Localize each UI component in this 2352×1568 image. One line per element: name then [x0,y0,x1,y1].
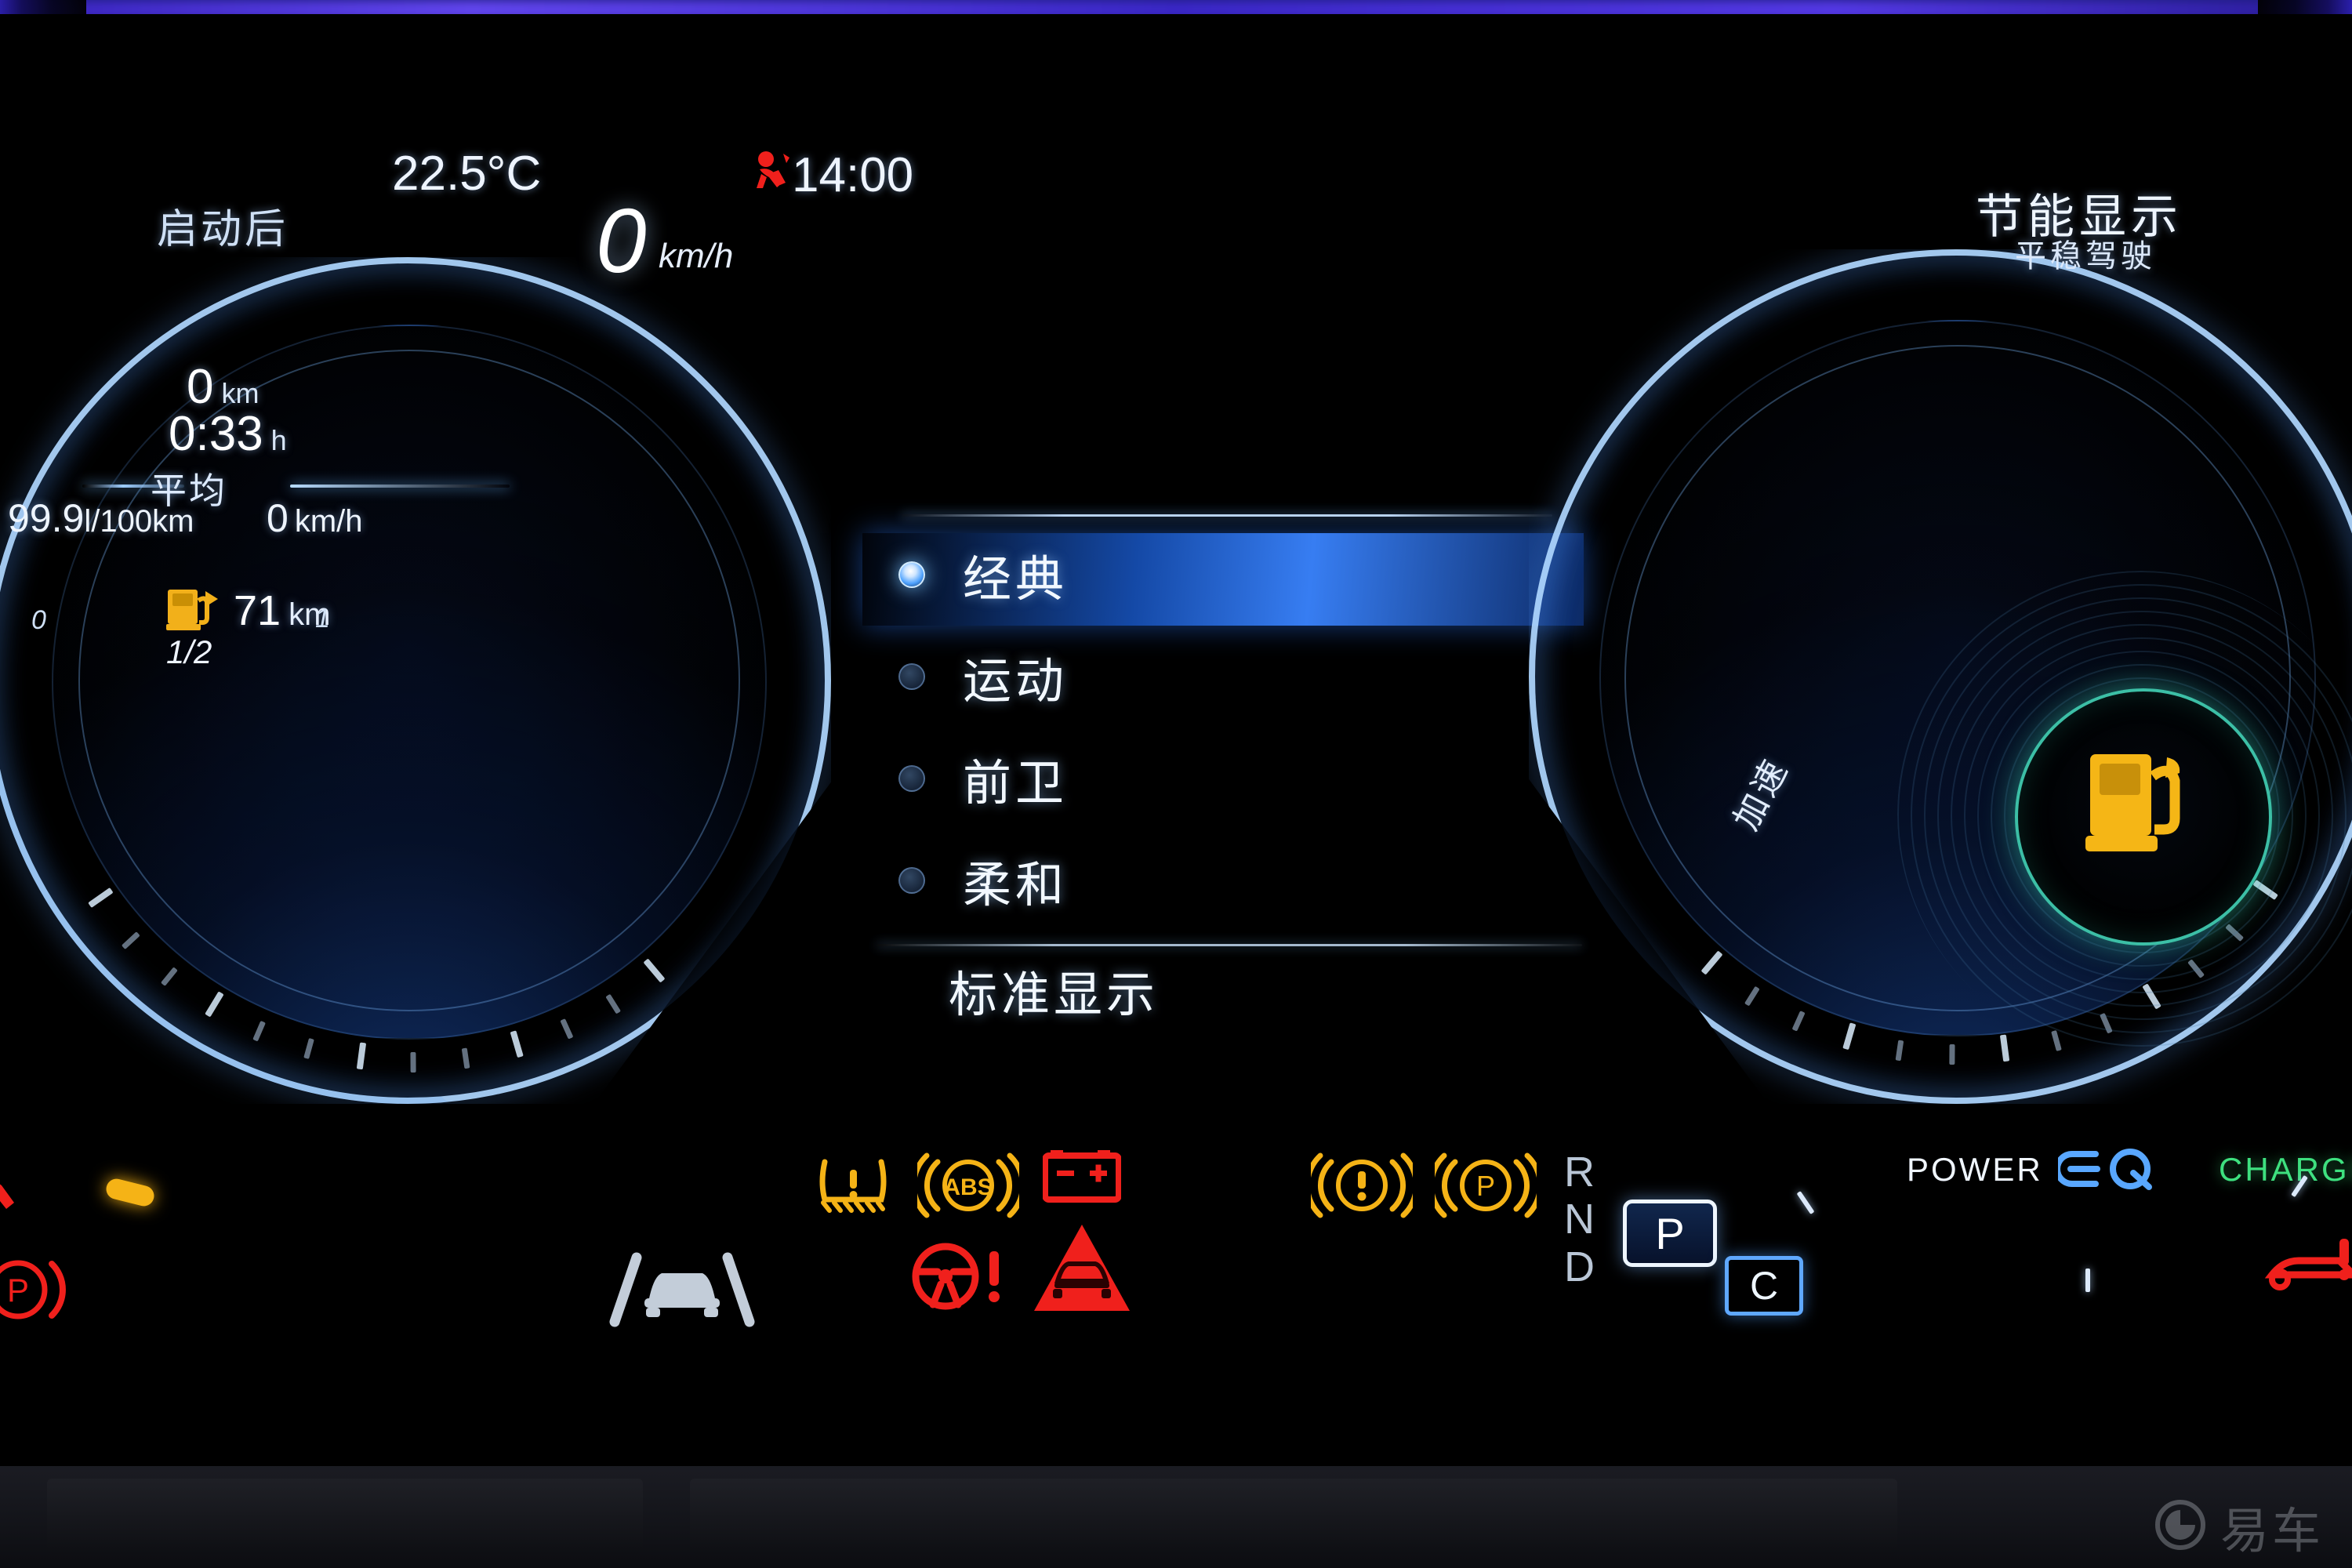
lane-keeping-assist-icon [604,1250,760,1336]
menu-item-classic[interactable]: 经典 [862,532,1584,618]
menu-item-sport[interactable]: 运动 [862,633,1584,720]
gauge-tick [1949,1044,1955,1065]
gauge-tick [510,1030,524,1058]
gauge-tick [356,1042,367,1070]
radio-progressive-icon [898,765,925,792]
gauge-tick [1999,1034,2010,1062]
gauge-tick [1700,950,1723,975]
menu-item-classic-label: 经典 [963,550,1069,608]
trip-time: 0:33 h [169,406,287,462]
watermark-text: 易车 [2220,1502,2324,1559]
menu-item-standard-display[interactable]: 标准显示 [949,955,1159,1025]
charge-label: CHARGE [2219,1151,2352,1188]
left-gauge [0,257,831,1104]
gauge-tick [1744,985,1760,1007]
svg-text:ABS: ABS [943,1174,993,1200]
fuel-pump-icon [2085,743,2203,873]
trip-time-unit: h [270,424,287,456]
gear-position-d: D [1564,1243,1595,1290]
speed-unit: km/h [659,237,734,275]
average-speed: 0 km/h [267,495,363,541]
gauge-tick [252,1020,266,1042]
trip-distance-unit: km [221,377,260,409]
average-consumption-unit: l/100km [84,504,194,539]
parking-brake-red-icon: P [0,1247,77,1333]
menu-item-soft-label: 柔和 [963,856,1069,913]
gauge-tick [1842,1022,1857,1051]
gauge-tick [303,1038,314,1059]
fuel-range-row: 71 km [166,585,330,636]
average-divider-right [290,485,510,488]
dashboard-panel-center [690,1479,1897,1554]
menu-top-divider [902,514,1552,517]
gauge-tick [160,967,178,986]
seatbelt-warning-icon [749,149,797,198]
eq-logo-icon [2054,1145,2160,1197]
menu-item-soft[interactable]: 柔和 [862,837,1584,924]
watermark: 易车 [2154,1491,2324,1562]
trip-time-value: 0:33 [169,407,263,461]
battery-charge-warning-icon [1043,1147,1121,1203]
trip-title: 启动后 [157,206,289,253]
steering-assist-warning-icon [908,1239,1018,1314]
right-gauge-tick-bottom [2085,1269,2090,1292]
cluster-screen: 启动后 0 km 0:33 h 平均 99.9l/100km 0 km/h 71… [0,14,2352,1472]
dashboard-panel-left [47,1479,643,1554]
menu-bottom-divider [877,944,1582,946]
drive-program-indicator: C [1725,1256,1803,1316]
radio-classic-icon [898,561,925,588]
left-gauge-needle [103,1176,157,1209]
brake-fluid-warning-icon [1311,1149,1413,1221]
svg-text:P: P [1476,1170,1495,1202]
menu-item-sport-label: 运动 [963,652,1069,710]
average-consumption: 99.9l/100km [8,495,194,541]
radio-sport-icon [898,663,925,690]
average-consumption-value: 99.9 [8,496,85,540]
menu-item-progressive[interactable]: 前卫 [862,735,1584,822]
gauge-tick [560,1018,574,1040]
gauge-tick [643,958,666,983]
gauge-tick [1895,1040,1904,1062]
average-speed-value: 0 [267,496,289,540]
fuel-tank-fraction: 1/2 [166,633,212,670]
radio-soft-icon [898,867,925,894]
left-gauge-tick-min: 0 [31,605,46,635]
gauge-tick [461,1047,470,1069]
left-gauge-ticks [16,289,800,1073]
power-label: POWER [1907,1151,2043,1188]
gauge-tick [410,1051,416,1073]
fuel-range-value: 71 [234,586,281,634]
right-clipped-warning-icon [2264,1236,2352,1322]
gauge-tick [605,993,622,1014]
gear-position-r: R [1564,1149,1595,1196]
eco-display-subtitle: 平稳驾驶 [2015,238,2156,274]
watermark-logo-icon [2154,1499,2206,1555]
gauge-tick [205,991,224,1018]
speed-value: 0 [596,190,647,292]
svg-text:P: P [7,1272,29,1308]
tire-pressure-warning-icon [815,1151,891,1221]
parking-brake-warning-icon: P [1435,1149,1537,1221]
dashboard-shelf [0,1466,2352,1568]
fuel-pump-range-icon [166,585,223,636]
menu-item-progressive-label: 前卫 [963,754,1069,811]
gauge-tick [1791,1011,1806,1032]
gear-positions: R N D [1564,1149,1595,1290]
abs-warning-icon: ABS [917,1149,1019,1221]
clock: 14:00 [792,148,914,202]
left-gauge-tick-max: 1 [315,604,330,633]
seatbelt-left-clipped-icon [0,1151,63,1237]
gauge-tick [88,887,114,909]
instrument-cluster: 启动后 0 km 0:33 h 平均 99.9l/100km 0 km/h 71… [0,0,2352,1568]
gear-selected-park: P [1623,1200,1717,1267]
right-gauge-tick-left [1796,1191,1815,1214]
collision-warning-icon [1031,1221,1133,1316]
average-speed-unit: km/h [294,504,363,539]
menu-item-standard-display-label: 标准显示 [949,966,1160,1023]
gear-position-n: N [1564,1196,1595,1243]
gauge-tick [121,931,140,950]
outside-temperature: 22.5°C [392,147,542,201]
